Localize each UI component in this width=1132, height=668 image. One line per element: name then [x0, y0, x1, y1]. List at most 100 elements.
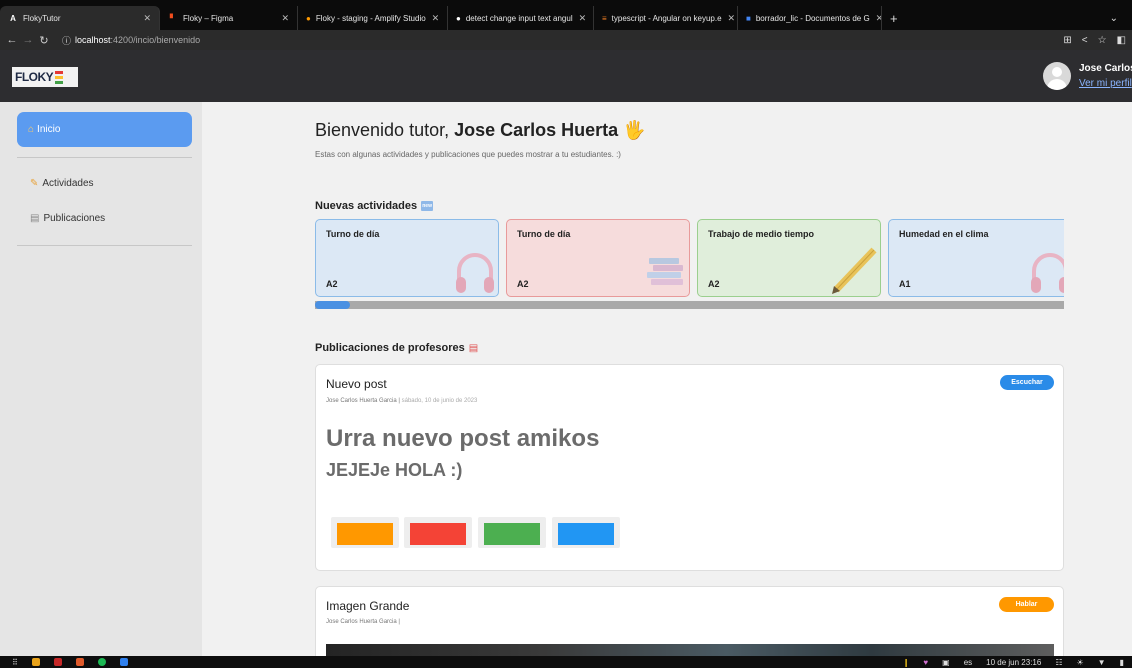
close-icon[interactable]: ✕	[722, 13, 736, 24]
activity-level: A1	[899, 279, 911, 289]
tab-stackoverflow[interactable]: ≡ typescript - Angular on keyup.e ✕	[594, 6, 738, 30]
waving-hand-icon: 🖐	[623, 120, 646, 140]
tab-search-chevron-icon[interactable]: ⌄	[1096, 6, 1132, 30]
battery-icon[interactable]: ▮	[1120, 658, 1124, 667]
activity-title: Turno de día	[326, 229, 380, 239]
sidebar-item-publicaciones[interactable]: ▤ Publicaciones	[30, 213, 105, 224]
floky-logo[interactable]: FLOKY	[12, 67, 78, 87]
url-field[interactable]: ⓘ localhost:4200/incio/bienvenido	[62, 34, 200, 47]
post-author: Jose Carlos Huerta Garcia	[326, 398, 397, 404]
clock[interactable]: 10 de jun 23:16	[986, 658, 1041, 667]
close-icon[interactable]: ✕	[426, 13, 440, 24]
color-swatch[interactable]	[404, 517, 472, 548]
tab-label: borrador_lic - Documentos de G	[755, 13, 870, 23]
activity-level: A2	[708, 279, 720, 289]
speak-button[interactable]: Hablar	[999, 597, 1054, 612]
share-icon[interactable]: <	[1082, 35, 1088, 46]
listen-button[interactable]: Escuchar	[1000, 375, 1054, 390]
logo-bars-icon	[55, 70, 64, 84]
close-icon[interactable]: ✕	[137, 13, 151, 24]
books-icon	[647, 258, 683, 285]
activity-card[interactable]: Trabajo de medio tiempo A2	[697, 219, 881, 297]
notifications-icon[interactable]: ☷	[1055, 658, 1062, 667]
keyboard-language[interactable]: es	[964, 658, 972, 667]
figma-icon: ▘	[169, 13, 177, 23]
brave-icon[interactable]	[75, 658, 84, 666]
posts-section-title: Publicaciones de profesores ▤	[315, 342, 478, 354]
post-subheading: JEJEJe HOLA :)	[326, 460, 463, 480]
sidepanel-icon[interactable]: ◧	[1117, 35, 1126, 46]
close-icon[interactable]: ✕	[275, 13, 289, 24]
activity-card[interactable]: Turno de día A2	[315, 219, 499, 297]
newspaper-icon: ▤	[30, 213, 40, 224]
brightness-icon[interactable]: ☀	[1077, 658, 1084, 667]
activity-card[interactable]: Turno de día A2	[506, 219, 690, 297]
activity-title: Humedad en el clima	[899, 229, 989, 239]
tab-github[interactable]: ● detect change input text angul ✕	[448, 6, 594, 30]
close-icon[interactable]: ✕	[870, 13, 881, 24]
activity-level: A2	[517, 279, 529, 289]
github-icon: ●	[456, 13, 461, 23]
sidebar-divider	[17, 245, 192, 246]
translate-icon[interactable]: ⊞	[1063, 35, 1071, 46]
close-icon[interactable]: ✕	[573, 13, 587, 24]
logo-text: FLOKY	[15, 70, 54, 84]
bookmark-star-icon[interactable]: ☆	[1098, 35, 1107, 46]
spotify-icon[interactable]	[97, 658, 106, 666]
back-arrow-icon[interactable]: ←	[4, 34, 20, 46]
amplify-icon: A	[10, 13, 16, 23]
tab-amplify[interactable]: ● Floky - staging - Amplify Studio ✕	[298, 6, 448, 30]
tab-label: Floky – Figma	[183, 13, 234, 23]
post-heading: Urra nuevo post amikos	[326, 425, 600, 452]
color-swatch[interactable]	[478, 517, 546, 548]
tab-docs[interactable]: ■ borrador_lic - Documentos de G ✕	[738, 6, 882, 30]
vscode-icon[interactable]	[119, 658, 128, 666]
heart-icon[interactable]: ♥	[923, 658, 928, 667]
post-author: Jose Carlos Huerta Garcia	[326, 619, 397, 625]
post-meta: Jose Carlos Huerta Garcia | sábado, 10 d…	[326, 398, 478, 404]
tab-label: detect change input text angul	[465, 13, 573, 23]
color-swatch[interactable]	[331, 517, 399, 548]
new-tab-button[interactable]: +	[882, 6, 906, 30]
activities-section-title: Nuevas actividades new	[315, 200, 434, 212]
headphones-icon	[1031, 253, 1064, 293]
carousel-scrollbar[interactable]	[315, 301, 1064, 309]
sidebar-item-actividades[interactable]: ✎ Actividades	[30, 178, 94, 189]
docs-icon: ■	[746, 13, 751, 23]
chrome-icon[interactable]	[31, 658, 40, 666]
avatar[interactable]	[1043, 62, 1071, 90]
post-card: Imagen Grande Jose Carlos Huerta Garcia …	[315, 586, 1064, 666]
post-card: Nuevo post Jose Carlos Huerta Garcia | s…	[315, 364, 1064, 571]
sidebar-item-label: Inicio	[37, 124, 61, 135]
reload-icon[interactable]: ↻	[36, 34, 52, 47]
activity-title: Trabajo de medio tiempo	[708, 229, 815, 239]
url-host: localhost	[75, 35, 111, 45]
pin-icon[interactable]: ❙	[903, 658, 910, 667]
wifi-icon[interactable]: ▼	[1098, 658, 1106, 667]
clipboard-icon[interactable]: ▣	[942, 658, 950, 667]
post-meta: Jose Carlos Huerta Garcia |	[326, 619, 400, 625]
sidebar-item-label: Actividades	[42, 178, 94, 189]
stackoverflow-icon: ≡	[602, 13, 607, 23]
carousel-scroll-thumb[interactable]	[315, 301, 350, 309]
sidebar-item-inicio[interactable]: ⌂ Inicio	[17, 112, 192, 147]
browser-tab-bar: A FlokyTutor ✕ ▘ Floky – Figma ✕ ● Floky…	[0, 0, 1132, 30]
apps-grid-icon[interactable]: ⠿	[12, 658, 18, 667]
sidebar-item-label: Publicaciones	[43, 213, 106, 224]
os-taskbar: ⠿ ❙ ♥ ▣ es 10 de jun 23:16 ☷ ☀ ▼ ▮	[0, 656, 1132, 668]
tab-figma[interactable]: ▘ Floky – Figma ✕	[160, 6, 298, 30]
color-swatch[interactable]	[552, 517, 620, 548]
posts-title-text: Publicaciones de profesores	[315, 342, 465, 354]
page-subtitle: Estas con algunas actividades y publicac…	[315, 150, 621, 159]
activities-title-text: Nuevas actividades	[315, 200, 418, 212]
tab-flokytutor[interactable]: A FlokyTutor ✕	[0, 6, 160, 30]
forward-arrow-icon[interactable]: →	[20, 34, 36, 46]
headphones-icon	[456, 253, 494, 293]
newspaper-icon: ▤	[468, 342, 479, 354]
profile-link[interactable]: Ver mi perfil	[1079, 78, 1132, 89]
activity-card[interactable]: Humedad en el clima A1	[888, 219, 1064, 297]
terminal-icon[interactable]	[53, 658, 62, 666]
amplify-orange-icon: ●	[306, 13, 311, 23]
pencil-icon	[832, 247, 877, 294]
tab-label: typescript - Angular on keyup.e	[611, 13, 722, 23]
